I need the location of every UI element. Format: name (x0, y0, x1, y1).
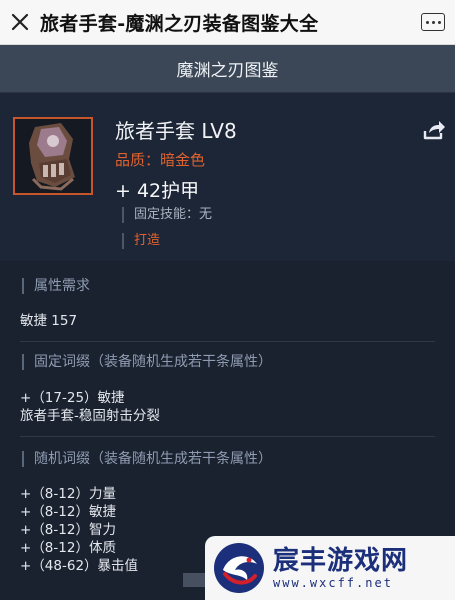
random-affix-line: +（8-12）体质 (20, 540, 116, 556)
fixed-affix-line: 旅者手套-稳固射击分裂 (20, 408, 160, 424)
site-watermark: 宸丰游戏网 www.wxcff.net (205, 536, 455, 600)
random-affix-line: +（48-62）暴击值 (20, 558, 139, 574)
item-card: 旅者手套 LV8 品质：暗金色 + 42护甲 固定技能：无 打造 (0, 93, 455, 261)
random-affix-line: +（8-12）敏捷 (20, 504, 116, 520)
divider (20, 341, 435, 342)
page-title: 旅者手套-魔渊之刃装备图鉴大全 (40, 12, 319, 35)
item-quality: 品质：暗金色 (115, 151, 206, 169)
forge-link[interactable]: 打造 (122, 233, 160, 249)
more-icon[interactable] (411, 0, 455, 45)
close-icon[interactable] (0, 0, 40, 45)
fixed-affix-line: +（17-25）敏捷 (20, 390, 125, 406)
divider (20, 436, 435, 437)
requirement-line: 敏捷 157 (20, 313, 78, 329)
requirement-title: 属性需求 (22, 278, 90, 294)
watermark-name: 宸丰游戏网 (273, 546, 409, 576)
share-icon[interactable] (422, 119, 446, 141)
item-armor: + 42护甲 (115, 180, 200, 202)
fixed-skill: 固定技能：无 (122, 207, 212, 223)
fixed-affix-title: 固定词缀（装备随机生成若干条属性） (22, 354, 272, 370)
random-affix-title: 随机词缀（装备随机生成若干条属性） (22, 451, 272, 467)
watermark-url: www.wxcff.net (273, 576, 393, 590)
app-bar: 旅者手套-魔渊之刃装备图鉴大全 (0, 0, 455, 45)
watermark-logo-icon (211, 540, 267, 596)
item-image (13, 117, 93, 195)
item-name: 旅者手套 LV8 (115, 119, 237, 143)
random-affix-line: +（8-12）力量 (20, 486, 116, 502)
random-affix-line: +（8-12）智力 (20, 522, 116, 538)
scroll-indicator (183, 573, 205, 587)
section-header: 魔渊之刃图鉴 (0, 45, 455, 93)
